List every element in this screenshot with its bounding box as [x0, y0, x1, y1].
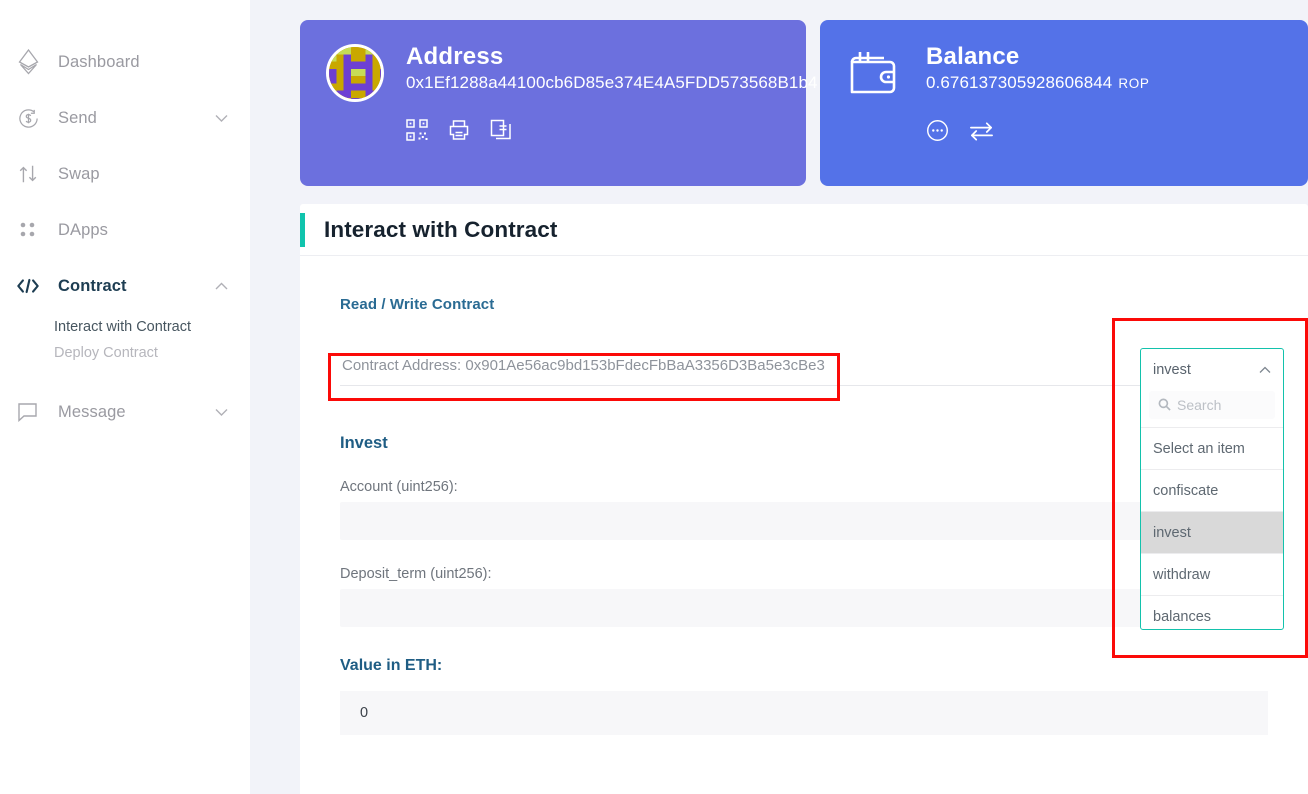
form-field-deposit-term: Deposit_term (uint256): — [340, 566, 1268, 627]
chevron-down-icon[interactable] — [214, 111, 228, 125]
balance-card-title: Balance — [926, 42, 1282, 71]
avatar — [326, 44, 384, 102]
address-card-actions — [406, 119, 780, 141]
sidebar-item-send[interactable]: Send — [0, 90, 250, 146]
wallet-icon — [846, 44, 904, 164]
form-field-account: Account (uint256): — [340, 479, 1268, 540]
balance-unit: ROP — [1118, 76, 1149, 91]
address-card-value: 0x1Ef1288a44100cb6D85e374E4A5FDD573568B1… — [406, 73, 780, 93]
sidebar-item-label: DApps — [46, 221, 228, 240]
dropdown-option-label: withdraw — [1153, 567, 1210, 583]
dropdown-option-label: Select an item — [1153, 441, 1245, 457]
value-in-eth-label: Value in ETH: — [340, 657, 1268, 675]
sidebar-item-dashboard[interactable]: Dashboard — [0, 34, 250, 90]
sidebar-item-swap[interactable]: Swap — [0, 146, 250, 202]
dropdown-option[interactable]: balances — [1141, 596, 1283, 629]
qr-code-icon[interactable] — [406, 119, 428, 141]
field-label: Account (uint256): — [340, 479, 1268, 495]
copy-icon[interactable] — [490, 119, 512, 141]
chevron-down-icon[interactable] — [214, 405, 228, 419]
account-input[interactable] — [340, 502, 1268, 540]
dropdown-option-label: confiscate — [1153, 483, 1218, 499]
search-icon — [1158, 398, 1171, 416]
read-write-contract-label: Read / Write Contract — [340, 296, 1268, 313]
panel-header: Interact with Contract — [300, 204, 1308, 256]
summary-cards: Address 0x1Ef1288a44100cb6D85e374E4A5FDD… — [250, 0, 1308, 186]
value-in-eth-input[interactable] — [340, 691, 1268, 735]
dropdown-option-label: balances — [1153, 609, 1211, 625]
dropdown-option[interactable]: Select an item — [1141, 428, 1283, 470]
more-ellipsis-icon[interactable] — [926, 119, 949, 142]
transfer-arrows-icon[interactable] — [969, 120, 994, 142]
dropdown-option-label: invest — [1153, 525, 1191, 541]
dropdown-option[interactable]: invest — [1141, 512, 1283, 554]
function-dropdown-value: invest — [1153, 362, 1191, 378]
address-card-body: Address 0x1Ef1288a44100cb6D85e374E4A5FDD… — [406, 42, 780, 164]
balance-card-body: Balance 0.676137305928606844 ROP — [926, 42, 1282, 164]
sidebar-item-label: Send — [46, 109, 214, 128]
sidebar-subitem-interact-with-contract[interactable]: Interact with Contract — [0, 314, 250, 340]
balance-amount: 0.676137305928606844 — [926, 73, 1112, 92]
send-circle-dollar-icon — [10, 107, 46, 130]
deposit-term-input[interactable] — [340, 589, 1268, 627]
function-dropdown-list[interactable]: Select an item confiscate invest withdra… — [1141, 427, 1283, 629]
sidebar-subitem-label: Deploy Contract — [54, 345, 158, 361]
balance-card-value: 0.676137305928606844 ROP — [926, 73, 1282, 93]
sidebar-subitem-label: Interact with Contract — [54, 319, 191, 335]
printer-icon[interactable] — [448, 119, 470, 141]
address-card: Address 0x1Ef1288a44100cb6D85e374E4A5FDD… — [300, 20, 806, 186]
contract-address-input[interactable] — [340, 353, 1268, 386]
function-title: Invest — [340, 434, 1268, 453]
chevron-up-icon[interactable] — [1259, 364, 1271, 376]
sidebar-item-dapps[interactable]: DApps — [0, 202, 250, 258]
sidebar: Dashboard Send — [0, 0, 250, 794]
sidebar-item-message[interactable]: Message — [0, 384, 250, 440]
chevron-up-icon[interactable] — [214, 279, 228, 293]
sidebar-subitem-deploy-contract[interactable]: Deploy Contract — [0, 340, 250, 366]
field-label: Deposit_term (uint256): — [340, 566, 1268, 582]
swap-arrows-icon — [10, 163, 46, 185]
dropdown-option[interactable]: confiscate — [1141, 470, 1283, 512]
function-dropdown-search-wrap — [1141, 391, 1283, 427]
grid-dots-icon — [10, 220, 46, 240]
balance-card-actions — [926, 119, 1282, 142]
sidebar-item-label: Swap — [46, 165, 228, 184]
ethereum-diamond-icon — [10, 49, 46, 75]
contract-address-row — [340, 353, 1268, 386]
address-card-title: Address — [406, 42, 780, 71]
balance-card: Balance 0.676137305928606844 ROP — [820, 20, 1308, 186]
sidebar-item-label: Contract — [46, 277, 214, 296]
sidebar-item-label: Message — [46, 403, 214, 422]
sidebar-item-label: Dashboard — [46, 53, 228, 72]
function-dropdown-trigger[interactable]: invest — [1141, 349, 1283, 391]
page-title: Interact with Contract — [324, 217, 557, 243]
dropdown-option[interactable]: withdraw — [1141, 554, 1283, 596]
chat-bubble-icon — [10, 402, 46, 422]
app-root: Dashboard Send — [0, 0, 1308, 794]
function-dropdown-box: invest Select an item confiscate — [1140, 348, 1284, 630]
code-brackets-icon — [10, 277, 46, 295]
sidebar-spacer — [0, 366, 250, 384]
sidebar-item-contract[interactable]: Contract — [0, 258, 250, 314]
function-dropdown: invest Select an item confiscate — [1140, 348, 1284, 630]
